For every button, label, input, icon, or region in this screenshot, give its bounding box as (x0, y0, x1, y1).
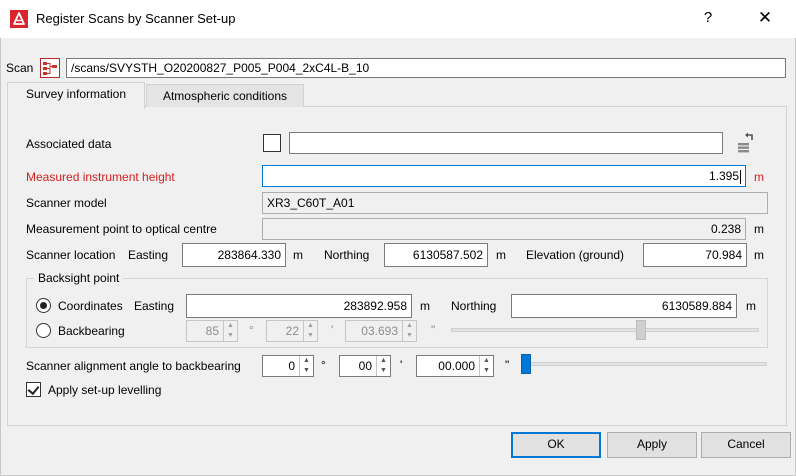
scan-label: Scan (6, 61, 34, 75)
ok-button[interactable]: OK (511, 432, 601, 458)
apply-button[interactable]: Apply (607, 432, 697, 458)
spin-up-icon[interactable]: ▲ (300, 356, 313, 366)
tab-survey-information[interactable]: Survey information (7, 82, 145, 109)
coordinates-radio[interactable] (36, 298, 51, 313)
scanner-easting-unit: m (293, 248, 303, 262)
backbearing-radio[interactable] (36, 323, 51, 338)
backbearing-slider-thumb[interactable] (635, 320, 646, 340)
apply-levelling-checkbox[interactable] (26, 382, 41, 397)
alignment-minutes-unit: ' (400, 358, 403, 372)
backbearing-minutes-value: 22 (285, 324, 299, 338)
text-cursor (740, 169, 741, 184)
scan-tree-icon[interactable] (40, 58, 60, 78)
alignment-angle-label: Scanner alignment angle to backbearing (26, 359, 241, 373)
close-button[interactable]: ✕ (755, 8, 775, 28)
backbearing-slider-track[interactable] (451, 328, 759, 332)
scanner-model-field: XR3_C60T_A01 (262, 192, 768, 214)
apply-levelling-label[interactable]: Apply set-up levelling (48, 382, 161, 398)
spin-up-icon[interactable]: ▲ (224, 321, 237, 331)
scanner-model-label: Scanner model (26, 196, 107, 210)
radio-selected-dot (40, 302, 47, 309)
backbearing-degrees-value: 85 (205, 324, 219, 338)
spin-up-icon[interactable]: ▲ (403, 321, 416, 331)
associated-data-field[interactable] (289, 132, 723, 154)
spin-up-icon[interactable]: ▲ (377, 356, 390, 366)
backbearing-minutes-unit: ' (331, 323, 334, 337)
scanner-easting-input[interactable]: 283864.330 (182, 243, 286, 267)
spin-down-icon[interactable]: ▼ (304, 331, 317, 341)
backbearing-minutes-spin[interactable]: ▲ ▼ (303, 321, 317, 341)
coordinates-label[interactable]: Coordinates (58, 298, 123, 314)
instrument-height-input[interactable]: 1.395 (262, 165, 746, 187)
backbearing-seconds-value: 03.693 (361, 324, 398, 338)
spin-up-icon[interactable]: ▲ (304, 321, 317, 331)
alignment-degrees-unit: ° (321, 358, 326, 372)
alignment-minutes-spin[interactable]: ▲ ▼ (376, 356, 390, 376)
associated-data-checkbox[interactable] (263, 134, 281, 152)
backsight-group-title: Backsight point (34, 270, 124, 286)
alignment-slider-thumb[interactable] (521, 354, 531, 374)
scanner-location-label: Scanner location (26, 248, 116, 262)
tab-atmospheric-conditions[interactable]: Atmospheric conditions (146, 84, 304, 107)
optical-centre-field: 0.238 (262, 218, 746, 240)
alignment-seconds-value: 00.000 (438, 359, 475, 373)
spin-up-icon[interactable]: ▲ (480, 356, 493, 366)
spin-down-icon[interactable]: ▼ (224, 331, 237, 341)
scanner-elevation-input[interactable]: 70.984 (643, 243, 747, 267)
spin-down-icon[interactable]: ▼ (403, 331, 416, 341)
checkmark-icon (27, 382, 40, 396)
help-button[interactable]: ? (700, 8, 716, 28)
backsight-easting-unit: m (420, 299, 430, 313)
alignment-minutes-value: 00 (358, 359, 372, 373)
backbearing-seconds-unit: " (431, 323, 436, 337)
backbearing-degrees-spin[interactable]: ▲ ▼ (223, 321, 237, 341)
alignment-slider-track[interactable] (521, 362, 767, 366)
instrument-height-unit: m (754, 170, 764, 184)
instrument-height-value: 1.395 (708, 169, 739, 183)
backsight-easting-label: Easting (134, 299, 175, 313)
reset-icon[interactable] (734, 130, 760, 156)
cancel-button[interactable]: Cancel (701, 432, 791, 458)
alignment-seconds-unit: " (505, 358, 510, 372)
scanner-elevation-label: Elevation (ground) (526, 248, 625, 262)
spin-down-icon[interactable]: ▼ (377, 366, 390, 376)
scanner-easting-label: Easting (128, 248, 169, 262)
scanner-northing-unit: m (496, 248, 506, 262)
scanner-elevation-unit: m (754, 248, 764, 262)
alignment-degrees-spin[interactable]: ▲ ▼ (299, 356, 313, 376)
backbearing-seconds-spin[interactable]: ▲ ▼ (402, 321, 416, 341)
alignment-seconds-spin[interactable]: ▲ ▼ (479, 356, 493, 376)
backsight-northing-input[interactable]: 6130589.884 (511, 294, 737, 318)
scanner-northing-label: Northing (324, 248, 370, 262)
app-logo-icon (10, 10, 28, 28)
associated-data-label: Associated data (26, 137, 112, 151)
backsight-easting-input[interactable]: 283892.958 (186, 294, 412, 318)
backsight-northing-unit: m (746, 299, 756, 313)
backsight-northing-label: Northing (451, 299, 497, 313)
backbearing-degrees-unit: ° (249, 323, 254, 337)
window-title: Register Scans by Scanner Set-up (36, 11, 236, 26)
optical-centre-label: Measurement point to optical centre (26, 222, 217, 236)
scanner-northing-input[interactable]: 6130587.502 (384, 243, 488, 267)
spin-down-icon[interactable]: ▼ (480, 366, 493, 376)
optical-centre-unit: m (754, 222, 764, 236)
instrument-height-label: Measured instrument height (26, 170, 175, 184)
spin-down-icon[interactable]: ▼ (300, 366, 313, 376)
alignment-degrees-value: 0 (288, 359, 295, 373)
backbearing-label[interactable]: Backbearing (58, 323, 125, 339)
scan-path-field[interactable]: /scans/SVYSTH_O20200827_P005_P004_2xC4L-… (66, 58, 786, 78)
